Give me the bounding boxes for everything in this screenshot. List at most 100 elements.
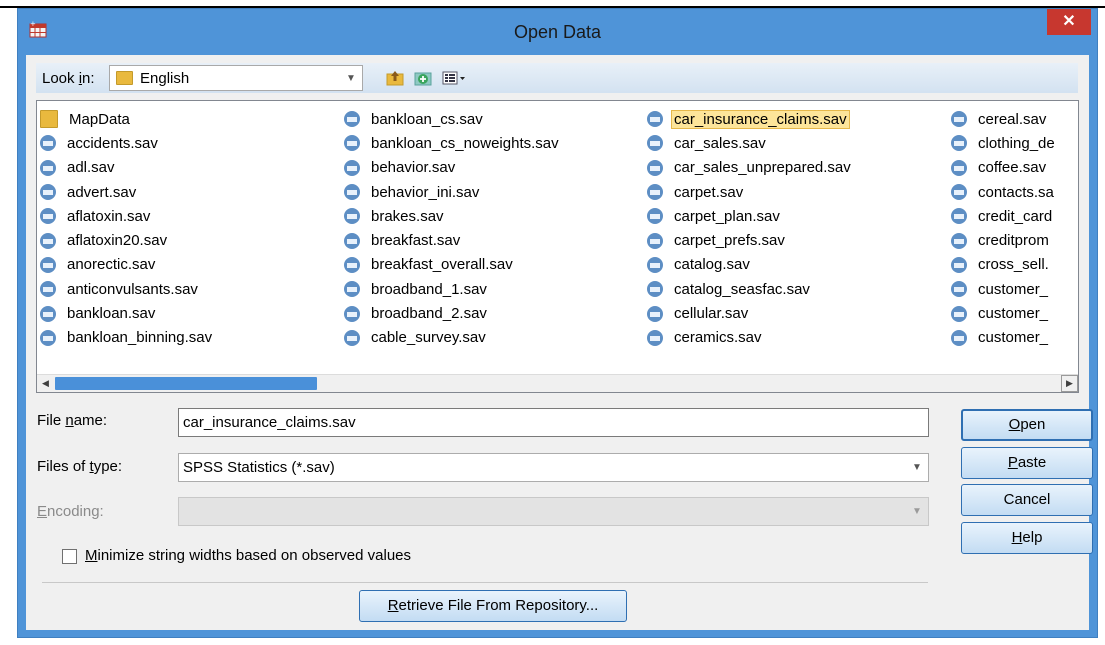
file-item[interactable]: customer_ bbox=[951, 301, 1058, 325]
file-name: customer_ bbox=[978, 329, 1049, 347]
file-name: car_insurance_claims.sav bbox=[671, 109, 850, 129]
file-name: car_sales.sav bbox=[674, 134, 766, 152]
file-item[interactable]: adl.sav bbox=[40, 156, 215, 180]
horizontal-scrollbar[interactable]: ◀ ▶ bbox=[37, 374, 1078, 392]
file-item[interactable]: cable_survey.sav bbox=[344, 326, 562, 350]
dialog-body: Look in: English ▼ MapData accidents.sav… bbox=[26, 55, 1093, 630]
chevron-down-icon: ▼ bbox=[912, 506, 922, 517]
file-item[interactable]: aflatoxin.sav bbox=[40, 204, 215, 228]
file-item[interactable]: cellular.sav bbox=[647, 301, 854, 325]
look-in-value: English bbox=[140, 70, 190, 87]
file-item[interactable]: coffee.sav bbox=[951, 156, 1058, 180]
file-item[interactable]: catalog.sav bbox=[647, 253, 854, 277]
file-name: customer_ bbox=[978, 280, 1049, 298]
sav-file-icon bbox=[647, 208, 663, 225]
file-name: credit_card bbox=[978, 207, 1053, 225]
file-name: coffee.sav bbox=[978, 159, 1047, 177]
file-item[interactable]: aflatoxin20.sav bbox=[40, 228, 215, 252]
file-item[interactable]: cross_sell. bbox=[951, 253, 1058, 277]
file-item[interactable]: credit_card bbox=[951, 204, 1058, 228]
file-item[interactable]: car_insurance_claims.sav bbox=[647, 107, 854, 131]
file-item[interactable]: car_sales.sav bbox=[647, 131, 854, 155]
file-name: carpet_prefs.sav bbox=[674, 232, 785, 250]
minimize-checkbox[interactable] bbox=[62, 549, 77, 564]
file-item[interactable]: ceramics.sav bbox=[647, 326, 854, 350]
retrieve-file-button[interactable]: Retrieve File From Repository... bbox=[359, 590, 627, 622]
encoding-label: Encoding: bbox=[37, 503, 104, 520]
sav-file-icon bbox=[344, 135, 360, 152]
sav-file-icon bbox=[951, 159, 967, 176]
file-item[interactable]: bankloan_cs.sav bbox=[344, 107, 562, 131]
file-item[interactable]: broadband_1.sav bbox=[344, 277, 562, 301]
paste-button[interactable]: Paste bbox=[961, 447, 1093, 479]
sav-file-icon bbox=[40, 305, 56, 322]
file-item[interactable]: breakfast_overall.sav bbox=[344, 253, 562, 277]
file-item[interactable]: behavior.sav bbox=[344, 156, 562, 180]
close-icon: ✕ bbox=[1062, 13, 1076, 30]
file-item[interactable]: carpet_plan.sav bbox=[647, 204, 854, 228]
sav-file-icon bbox=[40, 159, 56, 176]
close-button[interactable]: ✕ bbox=[1047, 9, 1091, 35]
file-item[interactable]: breakfast.sav bbox=[344, 228, 562, 252]
file-item[interactable]: carpet_prefs.sav bbox=[647, 228, 854, 252]
file-item[interactable]: bankloan_cs_noweights.sav bbox=[344, 131, 562, 155]
file-name: creditprom bbox=[978, 232, 1049, 250]
file-name: breakfast.sav bbox=[371, 232, 461, 250]
folder-icon bbox=[116, 71, 133, 85]
view-menu-icon[interactable] bbox=[441, 68, 467, 88]
sav-file-icon bbox=[344, 184, 360, 201]
file-item[interactable]: clothing_de bbox=[951, 131, 1058, 155]
file-name: breakfast_overall.sav bbox=[371, 256, 513, 274]
scroll-left-icon[interactable]: ◀ bbox=[37, 375, 54, 392]
file-item[interactable]: advert.sav bbox=[40, 180, 215, 204]
scrollbar-thumb[interactable] bbox=[55, 377, 317, 390]
file-name: broadband_2.sav bbox=[371, 305, 487, 323]
sav-file-icon bbox=[951, 208, 967, 225]
file-name: carpet_plan.sav bbox=[674, 207, 780, 225]
look-in-bar: Look in: English ▼ bbox=[36, 63, 1078, 93]
open-button[interactable]: Open bbox=[961, 409, 1093, 441]
file-item[interactable]: creditprom bbox=[951, 228, 1058, 252]
file-item[interactable]: broadband_2.sav bbox=[344, 301, 562, 325]
file-item[interactable]: customer_ bbox=[951, 326, 1058, 350]
file-column: car_insurance_claims.sav car_sales.savcar… bbox=[647, 107, 854, 350]
scroll-right-icon[interactable]: ▶ bbox=[1061, 375, 1078, 392]
file-name: clothing_de bbox=[978, 134, 1055, 152]
file-name: cereal.sav bbox=[978, 110, 1047, 128]
file-item[interactable]: bankloan_binning.sav bbox=[40, 326, 215, 350]
file-item[interactable]: catalog_seasfac.sav bbox=[647, 277, 854, 301]
sav-file-icon bbox=[647, 329, 663, 346]
title-bar[interactable]: + Open Data ✕ bbox=[18, 9, 1097, 55]
file-item[interactable]: brakes.sav bbox=[344, 204, 562, 228]
up-one-level-icon[interactable] bbox=[385, 68, 405, 88]
file-item[interactable]: behavior_ini.sav bbox=[344, 180, 562, 204]
file-item[interactable]: cereal.sav bbox=[951, 107, 1058, 131]
file-item[interactable]: car_sales_unprepared.sav bbox=[647, 156, 854, 180]
sav-file-icon bbox=[40, 281, 56, 298]
file-item[interactable]: bankloan.sav bbox=[40, 301, 215, 325]
file-item[interactable]: contacts.sa bbox=[951, 180, 1058, 204]
help-button[interactable]: Help bbox=[961, 522, 1093, 554]
cancel-button[interactable]: Cancel bbox=[961, 484, 1093, 516]
file-name: car_sales_unprepared.sav bbox=[674, 159, 851, 177]
chevron-down-icon[interactable]: ▼ bbox=[340, 66, 362, 90]
sav-file-icon bbox=[951, 135, 967, 152]
sav-file-icon bbox=[40, 329, 56, 346]
file-item[interactable]: anticonvulsants.sav bbox=[40, 277, 215, 301]
minimize-label[interactable]: Minimize string widths based on observed… bbox=[85, 547, 411, 564]
files-of-type-label: Files of type: bbox=[37, 458, 123, 475]
file-name-input[interactable]: car_insurance_claims.sav bbox=[178, 408, 929, 437]
file-item[interactable]: anorectic.sav bbox=[40, 253, 215, 277]
new-folder-icon[interactable] bbox=[413, 68, 433, 88]
file-item[interactable]: carpet.sav bbox=[647, 180, 854, 204]
file-item[interactable]: accidents.sav bbox=[40, 131, 215, 155]
folder-item[interactable]: MapData bbox=[40, 107, 215, 131]
file-name: bankloan_binning.sav bbox=[67, 329, 213, 347]
sav-file-icon bbox=[951, 111, 967, 128]
chevron-down-icon[interactable]: ▼ bbox=[906, 454, 928, 481]
look-in-combo[interactable]: English ▼ bbox=[109, 65, 363, 91]
file-item[interactable]: customer_ bbox=[951, 277, 1058, 301]
open-data-dialog: + Open Data ✕ Look in: English ▼ MapData… bbox=[17, 8, 1098, 638]
files-of-type-select[interactable]: SPSS Statistics (*.sav) ▼ bbox=[178, 453, 929, 482]
file-list[interactable]: MapData accidents.sav adl.sav advert.sav afl… bbox=[36, 100, 1079, 393]
